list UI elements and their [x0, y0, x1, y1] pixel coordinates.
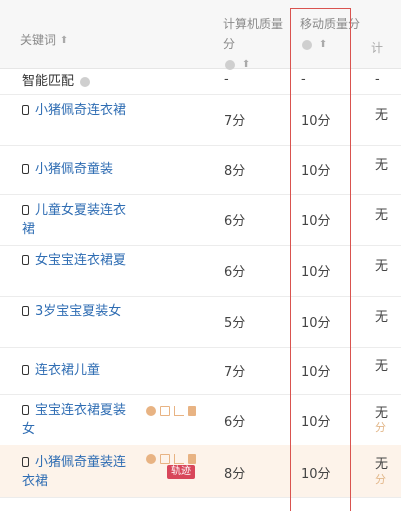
keyword-cell: 智能匹配 — [22, 72, 132, 91]
header-keyword[interactable]: 关键词 ⬆ — [20, 30, 68, 51]
delete-icon[interactable] — [188, 453, 196, 464]
pc-quality-cell: 8分 — [224, 164, 246, 179]
pc-quality-cell: 6分 — [224, 265, 246, 280]
mobile-device-icon — [22, 255, 29, 265]
edit-icon[interactable] — [146, 405, 156, 416]
next-cell: 无 — [375, 359, 389, 374]
pc-quality-cell: 6分 — [224, 415, 246, 430]
mobile-device-icon — [22, 405, 29, 415]
mobile-device-icon — [22, 365, 29, 375]
mobile-quality-cell: - — [301, 72, 306, 87]
mobile-quality-cell: 10分 — [301, 365, 331, 380]
keyword-link[interactable]: 小猪佩奇童装连衣裙 — [22, 453, 132, 491]
table-row: 连衣裙儿童 7分 10分 无 — [0, 347, 401, 395]
mobile-quality-cell: 10分 — [301, 415, 331, 430]
header-mobile-quality[interactable]: 移动质量分 ⬆ — [300, 14, 366, 55]
mobile-device-icon — [22, 105, 29, 115]
help-icon[interactable] — [80, 76, 91, 87]
keyword-link[interactable]: 小猪佩奇连衣裙 — [22, 101, 132, 120]
pc-quality-cell: 6分 — [224, 214, 246, 229]
help-icon[interactable] — [302, 39, 312, 50]
table-header: 关键词 ⬆ 计算机质量分 ⬆ 移动质量分 ⬆ 计 — [0, 0, 401, 70]
keyword-label: 儿童女夏装连衣裙 — [22, 203, 127, 237]
table-row: 小猪佩奇童装 8分 10分 无 — [0, 145, 401, 195]
row-actions — [146, 403, 200, 418]
copy-icon[interactable] — [160, 405, 170, 416]
mobile-quality-cell: 10分 — [301, 265, 331, 280]
sort-arrow-icon[interactable]: ⬆ — [319, 35, 327, 55]
next-cell: 无 — [375, 158, 389, 173]
next-cell: - — [375, 72, 380, 87]
header-pc-quality[interactable]: 计算机质量分 ⬆ — [223, 14, 293, 75]
header-next-column: 计 — [371, 41, 384, 55]
mobile-quality-cell: 10分 — [301, 114, 331, 129]
header-pc-quality-label: 计算机质量分 — [223, 17, 284, 51]
keyword-link[interactable]: 儿童女夏装连衣裙 — [22, 201, 132, 239]
table-row: 宝宝连衣裙夏装女 6分 10分 无 分 — [0, 394, 401, 446]
mobile-quality-cell: 10分 — [301, 164, 331, 179]
delete-icon[interactable] — [188, 405, 196, 416]
keyword-link[interactable]: 连衣裙儿童 — [22, 361, 132, 380]
next-cell: 无 — [375, 259, 389, 274]
keyword-label: 小猪佩奇童装 — [35, 162, 114, 177]
next-cell: 无 — [375, 310, 389, 325]
next-cell: 无 — [375, 108, 389, 123]
table-row: 智能匹配 - - - — [0, 68, 401, 95]
mobile-device-icon — [22, 164, 29, 174]
pc-quality-cell: 8分 — [224, 467, 246, 482]
header-mobile-quality-label: 移动质量分 — [300, 17, 361, 31]
table-row: 小猪佩奇连衣裙 7分 10分 无 — [0, 94, 401, 146]
mobile-device-icon — [22, 205, 29, 215]
pc-quality-cell: 5分 — [224, 316, 246, 331]
keyword-label: 小猪佩奇童装连衣裙 — [22, 455, 127, 489]
table-row: 3岁宝宝夏装女 5分 10分 无 — [0, 296, 401, 348]
next-cell-sub: 分 — [375, 421, 386, 434]
next-cell: 无 — [375, 208, 389, 223]
pc-quality-cell: 7分 — [224, 114, 246, 129]
mobile-quality-cell: 10分 — [301, 316, 331, 331]
mobile-quality-cell: 10分 — [301, 467, 331, 482]
next-cell-sub: 分 — [375, 473, 386, 486]
trajectory-badge[interactable]: 轨迹 — [167, 465, 195, 479]
keyword-link[interactable]: 小猪佩奇童装 — [22, 160, 132, 179]
keyword-label: 小猪佩奇连衣裙 — [35, 103, 127, 118]
edit-icon[interactable] — [146, 453, 156, 464]
chart-icon[interactable] — [174, 453, 184, 464]
keyword-link[interactable]: 女宝宝连衣裙夏 — [22, 251, 132, 270]
keyword-table: 关键词 ⬆ 计算机质量分 ⬆ 移动质量分 ⬆ 计 智能匹配 - - - 小猪佩奇… — [0, 0, 401, 511]
sort-arrow-icon[interactable]: ⬆ — [60, 31, 68, 51]
keyword-link[interactable]: 3岁宝宝夏装女 — [22, 302, 132, 321]
table-row: 女宝宝连衣裙夏 6分 10分 无 — [0, 245, 401, 297]
mobile-device-icon — [22, 457, 29, 467]
keyword-link[interactable]: 宝宝连衣裙夏装女 — [22, 401, 132, 439]
pc-quality-cell: - — [224, 72, 229, 87]
copy-icon[interactable] — [160, 453, 170, 464]
table-row: 儿童女夏装连衣裙 6分 10分 无 — [0, 194, 401, 246]
next-cell: 无 — [375, 457, 389, 472]
keyword-label: 宝宝连衣裙夏装女 — [22, 403, 127, 437]
pc-quality-cell: 7分 — [224, 365, 246, 380]
keyword-label: 女宝宝连衣裙夏 — [35, 253, 127, 268]
header-keyword-label: 关键词 — [20, 33, 57, 47]
chart-icon[interactable] — [174, 405, 184, 416]
mobile-quality-cell: 10分 — [301, 214, 331, 229]
row-actions — [146, 451, 200, 466]
table-row-selected: 小猪佩奇童装连衣裙 轨迹 8分 10分 无 分 — [0, 445, 401, 498]
keyword-label: 3岁宝宝夏装女 — [35, 304, 122, 319]
keyword-label: 智能匹配 — [22, 74, 75, 89]
mobile-device-icon — [22, 306, 29, 316]
keyword-label: 连衣裙儿童 — [35, 363, 101, 378]
